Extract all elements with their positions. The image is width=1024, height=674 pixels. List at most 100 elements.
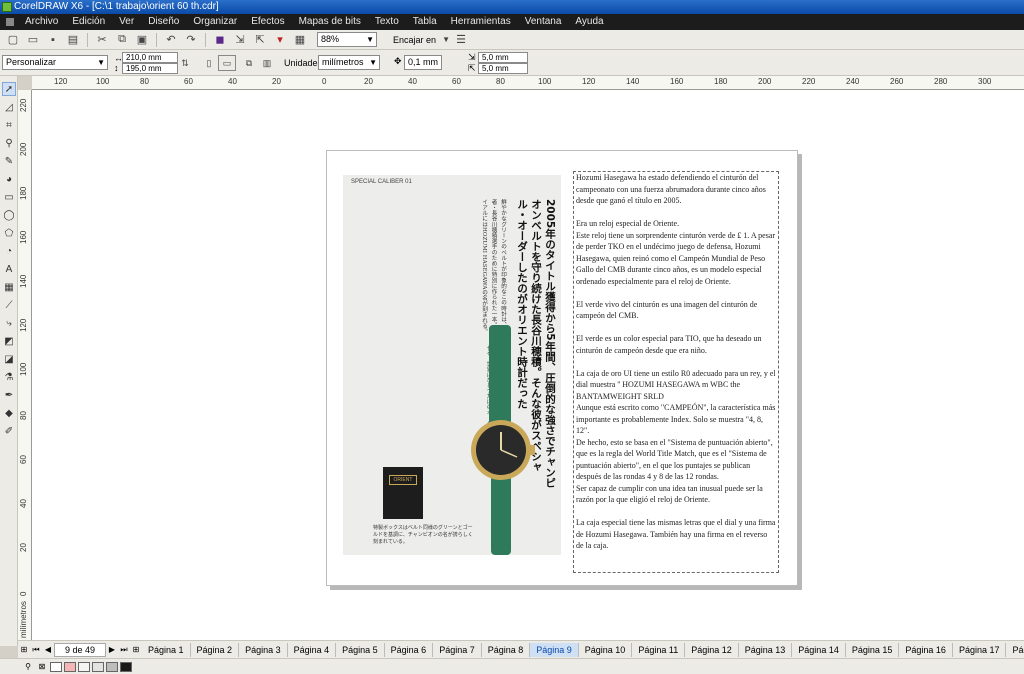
polygon-tool-icon[interactable]: ⬠ [2,226,16,240]
transparency-tool-icon[interactable]: ◪ [2,352,16,366]
shape-tool-icon[interactable]: ◿ [2,100,16,114]
table-tool-icon[interactable]: ▦ [2,280,16,294]
menu-tabla[interactable]: Tabla [406,14,444,30]
menu-ayuda[interactable]: Ayuda [568,14,610,30]
nudge-distance-field[interactable]: 0,1 mm [404,55,442,70]
page-tab[interactable]: Página 4 [288,642,337,657]
duplicate-y-field[interactable]: 5,0 mm [478,63,528,74]
export-icon[interactable]: ⇱ [251,32,269,48]
horizontal-ruler[interactable]: 120 100 80 60 40 20 0 20 40 60 80 100 12… [32,76,1024,90]
page-tab[interactable]: Página 15 [846,642,900,657]
options-icon[interactable]: ☰ [452,32,470,48]
color-swatch[interactable] [50,661,62,672]
snap-to-button[interactable]: Encajar en [389,35,440,45]
open-folder-icon[interactable]: ▭ [24,32,42,48]
spinner-icon[interactable]: ⇅ [176,55,194,71]
rectangle-tool-icon[interactable]: ▭ [2,190,16,204]
cut-icon[interactable]: ✂ [93,32,111,48]
page-tab[interactable]: Página 8 [482,642,531,657]
no-color-icon[interactable]: ⊠ [36,660,48,674]
chevron-down-icon[interactable]: ▼ [442,32,450,48]
last-page-icon[interactable]: ⏭ [118,643,130,657]
eyedropper-icon[interactable]: ⚲ [22,660,34,674]
paragraph-text-frame[interactable]: Hozumi Hasegawa ha estado defendiendo el… [573,171,779,573]
copy-icon[interactable]: ⧉ [113,32,131,48]
page-tab[interactable]: Página 18 [1006,643,1024,657]
zoom-level-combo[interactable]: 88% ▼ [317,32,377,47]
page-tab[interactable]: Página 11 [632,642,686,657]
page-tab[interactable]: Página 14 [792,642,846,657]
save-icon[interactable]: ▪ [44,32,62,48]
menu-archivo[interactable]: Archivo [18,14,65,30]
connector-tool-icon[interactable]: ⤷ [2,316,16,330]
zoom-tool-icon[interactable]: ⚲ [2,136,16,150]
document-menu-icon[interactable] [6,18,14,26]
basic-shapes-tool-icon[interactable]: ◔ [2,244,16,258]
menu-diseno[interactable]: Diseño [141,14,186,30]
add-page-after-icon[interactable]: ⊞ [130,643,142,657]
page-tab[interactable]: Página 16 [899,642,953,657]
color-swatch[interactable] [92,661,104,672]
page-tab-active[interactable]: Página 9 [530,642,579,657]
app-launcher-icon[interactable]: ▦ [291,32,309,48]
outline-pen-tool-icon[interactable]: ✒ [2,388,16,402]
drawing-canvas[interactable]: SPECIAL CALIBER 01 2005年のタイトル獲得から5年間、圧倒的… [32,90,1024,640]
page-width-field[interactable]: 210,0 mm [122,52,178,63]
page-tab[interactable]: Página 6 [385,642,434,657]
eyedropper-tool-icon[interactable]: ⚗ [2,370,16,384]
document-page[interactable]: SPECIAL CALIBER 01 2005年のタイトル獲得から5年間、圧倒的… [326,150,798,586]
page-size-preset-select[interactable]: Personalizar ▼ [2,55,108,70]
page-counter[interactable]: 9 de 49 [54,642,106,657]
fill-tool-icon[interactable]: ◆ [2,406,16,420]
menu-texto[interactable]: Texto [368,14,406,30]
crop-tool-icon[interactable]: ⌗ [2,118,16,132]
page-tab[interactable]: Página 1 [142,642,191,657]
duplicate-x-field[interactable]: 5,0 mm [478,52,528,63]
menu-ventana[interactable]: Ventana [518,14,569,30]
page-tab[interactable]: Página 3 [239,642,288,657]
page-tab[interactable]: Página 13 [739,642,793,657]
ellipse-tool-icon[interactable]: ◯ [2,208,16,222]
pick-tool-icon[interactable]: ➚ [2,82,16,96]
color-swatch[interactable] [106,661,118,672]
vertical-ruler[interactable]: 220 200 180 160 140 120 100 80 60 40 20 … [18,90,32,640]
page-tab[interactable]: Página 12 [685,642,739,657]
search-content-icon[interactable]: ◼ [211,32,229,48]
current-page-icon[interactable]: ▥ [258,55,276,71]
page-tab[interactable]: Página 2 [191,642,240,657]
text-tool-icon[interactable]: A [2,262,16,276]
publish-pdf-icon[interactable]: ▾ [271,32,289,48]
paste-icon[interactable]: ▣ [133,32,151,48]
color-swatch[interactable] [64,661,76,672]
page-height-field[interactable]: 195,0 mm [122,63,178,74]
page-tab[interactable]: Página 5 [336,642,385,657]
page-tab[interactable]: Página 7 [433,642,482,657]
new-document-icon[interactable]: ▢ [4,32,22,48]
magazine-scan-image[interactable]: SPECIAL CALIBER 01 2005年のタイトル獲得から5年間、圧倒的… [343,175,561,555]
menu-efectos[interactable]: Efectos [244,14,291,30]
import-icon[interactable]: ⇲ [231,32,249,48]
redo-icon[interactable]: ↷ [182,32,200,48]
menu-organizar[interactable]: Organizar [186,14,244,30]
menu-herramientas[interactable]: Herramientas [444,14,518,30]
next-page-icon[interactable]: ▶ [106,643,118,657]
previous-page-icon[interactable]: ◀ [42,643,54,657]
dimension-tool-icon[interactable]: ⟋ [2,298,16,312]
menu-mapas-de-bits[interactable]: Mapas de bits [292,14,368,30]
add-page-before-icon[interactable]: ⊞ [18,643,30,657]
portrait-icon[interactable]: ▯ [200,55,218,71]
first-page-icon[interactable]: ⏮ [30,643,42,657]
menu-edicion[interactable]: Edición [65,14,112,30]
menu-ver[interactable]: Ver [112,14,141,30]
units-select[interactable]: milímetros ▼ [318,55,380,70]
smart-drawing-tool-icon[interactable]: ✐ [2,424,16,438]
color-swatch[interactable] [78,661,90,672]
undo-icon[interactable]: ↶ [162,32,180,48]
color-swatch[interactable] [120,661,132,672]
smart-fill-tool-icon[interactable]: ◕ [2,172,16,186]
title-bar[interactable]: CorelDRAW X6 - [C:\1 trabajo\orient 60 t… [0,0,1024,14]
print-icon[interactable]: ▤ [64,32,82,48]
page-tab[interactable]: Página 10 [579,642,633,657]
freehand-tool-icon[interactable]: ✎ [2,154,16,168]
landscape-icon[interactable]: ▭ [218,55,236,71]
